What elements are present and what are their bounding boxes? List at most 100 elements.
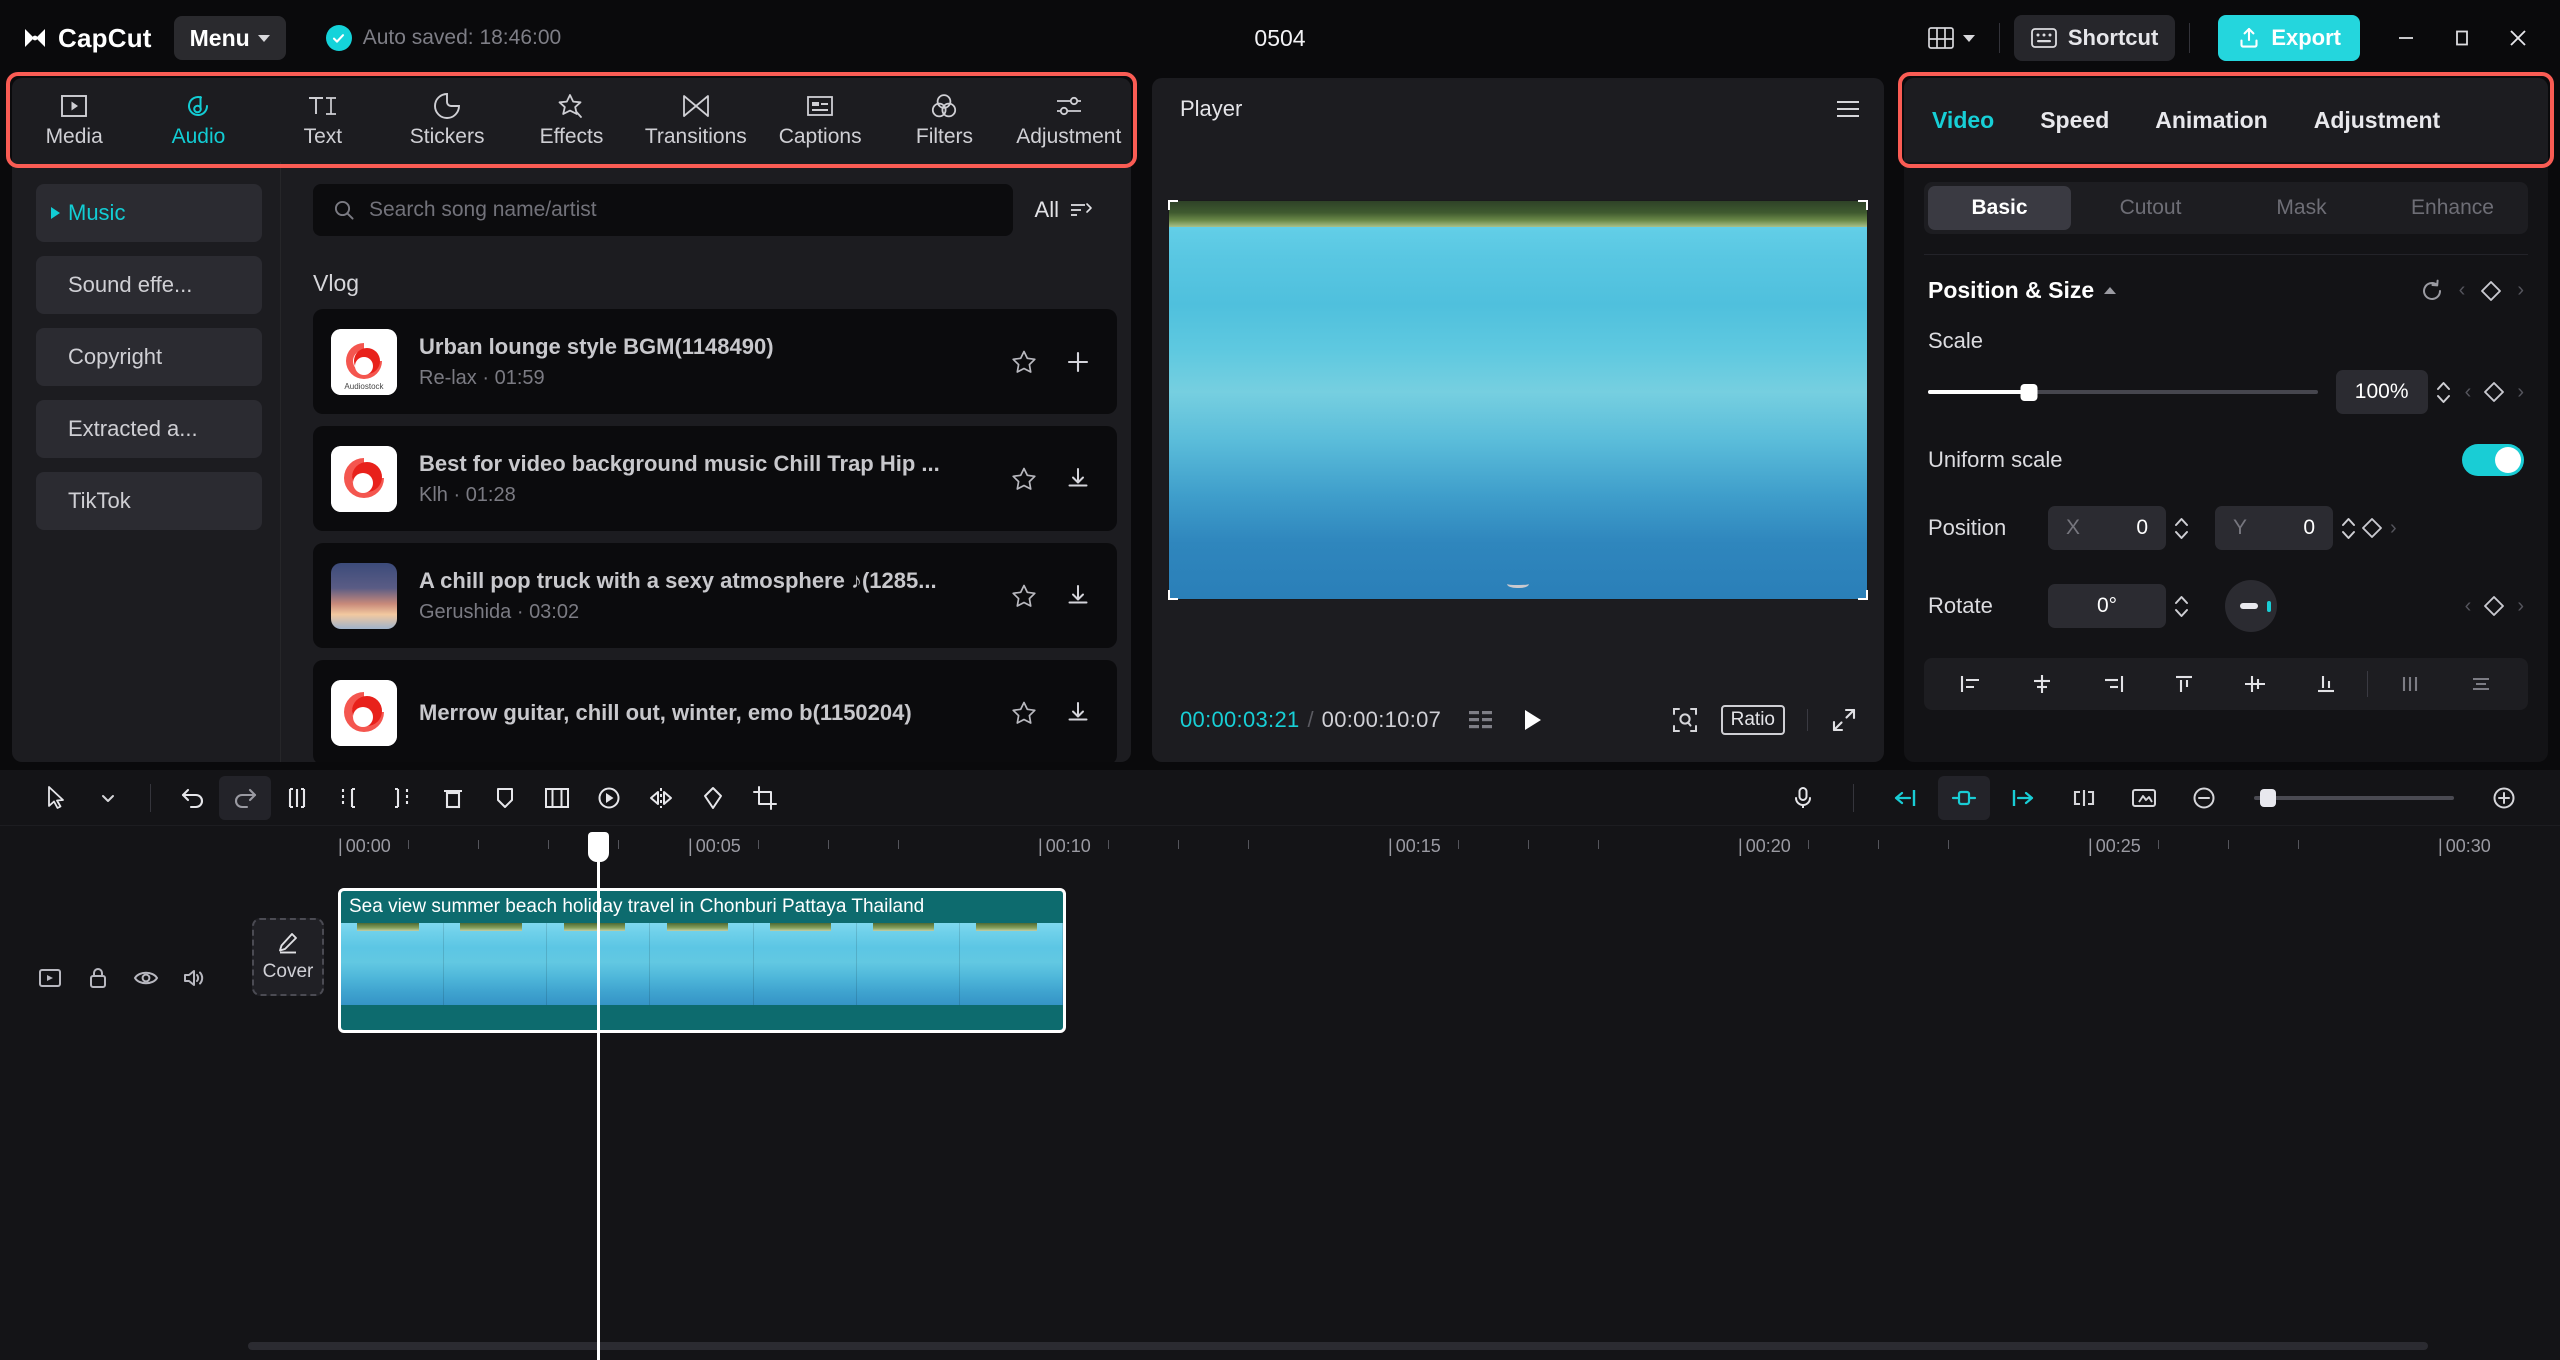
- keyframe-diamond-icon[interactable]: [2482, 594, 2506, 618]
- tab-adjustment[interactable]: Adjustment: [2314, 107, 2441, 134]
- tab-speed[interactable]: Speed: [2040, 107, 2109, 134]
- download-icon[interactable]: [1065, 700, 1091, 726]
- tab-media[interactable]: Media: [12, 78, 136, 162]
- link-clips-icon[interactable]: [2058, 776, 2110, 820]
- magnet-snap-icon[interactable]: [1938, 775, 1990, 820]
- position-y-stepper[interactable]: [2341, 517, 2356, 540]
- export-track-icon[interactable]: [26, 954, 74, 1002]
- list-item[interactable]: Best for video background music Chill Tr…: [313, 426, 1117, 531]
- add-to-timeline-icon[interactable]: [1065, 349, 1091, 375]
- tab-adjustment[interactable]: Adjustment: [1007, 78, 1131, 162]
- favorite-star-icon[interactable]: [1011, 349, 1037, 375]
- select-cursor-icon[interactable]: [30, 776, 82, 820]
- zoom-in-icon[interactable]: [2478, 776, 2530, 820]
- category-copyright[interactable]: Copyright: [36, 328, 262, 386]
- subtab-mask[interactable]: Mask: [2230, 186, 2373, 230]
- align-middle-vertical-icon[interactable]: [2220, 673, 2291, 695]
- keyframe-diamond-icon[interactable]: [2479, 279, 2503, 303]
- position-y-input[interactable]: Y 0: [2215, 506, 2333, 550]
- menu-hamburger-icon[interactable]: [1834, 98, 1862, 120]
- delete-icon[interactable]: [427, 776, 479, 820]
- eye-icon[interactable]: [122, 954, 170, 1002]
- split-icon[interactable]: [271, 776, 323, 820]
- rotate-stepper[interactable]: [2174, 595, 2189, 618]
- video-preview[interactable]: [1168, 200, 1868, 600]
- flip-icon[interactable]: [635, 776, 687, 820]
- close-button[interactable]: [2490, 13, 2546, 63]
- subtab-cutout[interactable]: Cutout: [2079, 186, 2222, 230]
- prev-keyframe-icon[interactable]: ‹: [2465, 381, 2472, 404]
- redo-icon[interactable]: [219, 775, 271, 820]
- trim-right-icon[interactable]: [375, 776, 427, 820]
- download-icon[interactable]: [1065, 583, 1091, 609]
- category-tiktok[interactable]: TikTok: [36, 472, 262, 530]
- scale-stepper[interactable]: [2436, 381, 2451, 404]
- rotate-handle[interactable]: [1507, 580, 1529, 588]
- distribute-horizontal-icon[interactable]: [2374, 673, 2445, 695]
- undo-icon[interactable]: [167, 776, 219, 820]
- next-keyframe-icon[interactable]: ›: [2517, 595, 2524, 618]
- tab-audio[interactable]: Audio: [136, 78, 260, 162]
- scale-value-input[interactable]: 100%: [2335, 370, 2428, 414]
- next-keyframe-icon[interactable]: ›: [2517, 381, 2524, 404]
- minimize-button[interactable]: [2378, 13, 2434, 63]
- uniform-scale-toggle[interactable]: [2462, 444, 2524, 476]
- subtab-enhance[interactable]: Enhance: [2381, 186, 2524, 230]
- keyframe-diamond-icon[interactable]: [2482, 380, 2506, 404]
- freeze-frame-icon[interactable]: [583, 776, 635, 820]
- color-picker-icon[interactable]: [687, 776, 739, 820]
- zoom-slider-knob[interactable]: [2260, 788, 2276, 807]
- align-left-icon[interactable]: [1936, 673, 2007, 695]
- filter-all-button[interactable]: All: [1031, 191, 1097, 229]
- maximize-button[interactable]: [2434, 13, 2490, 63]
- crop-zoom-icon[interactable]: [1671, 706, 1699, 734]
- cursor-dropdown-icon[interactable]: [82, 776, 134, 820]
- zoom-out-icon[interactable]: [2178, 776, 2230, 820]
- prev-keyframe-icon[interactable]: ‹: [2465, 595, 2472, 618]
- crop-icon[interactable]: [739, 776, 791, 820]
- rotate-input[interactable]: 0°: [2048, 584, 2166, 628]
- trim-left-icon[interactable]: [323, 776, 375, 820]
- resize-handle-bottom-left[interactable]: [1168, 590, 1178, 600]
- tab-captions[interactable]: Captions: [758, 78, 882, 162]
- snap-right-icon[interactable]: [1998, 776, 2050, 820]
- rotate-dial[interactable]: [2225, 580, 2277, 632]
- reset-icon[interactable]: [2419, 278, 2445, 304]
- ratio-button[interactable]: Ratio: [1720, 705, 1785, 735]
- next-keyframe-icon[interactable]: ›: [2390, 517, 2397, 540]
- microphone-icon[interactable]: [1777, 776, 1829, 820]
- tab-video[interactable]: Video: [1932, 107, 1994, 134]
- mark-icon[interactable]: [479, 776, 531, 820]
- preview-scale-icon[interactable]: [2118, 776, 2170, 820]
- grid-frames-icon[interactable]: [1467, 708, 1495, 732]
- distribute-vertical-icon[interactable]: [2445, 673, 2516, 695]
- category-sound-effects[interactable]: Sound effe...: [36, 256, 262, 314]
- favorite-star-icon[interactable]: [1011, 700, 1037, 726]
- snap-left-icon[interactable]: [1878, 776, 1930, 820]
- favorite-star-icon[interactable]: [1011, 583, 1037, 609]
- lock-icon[interactable]: [74, 954, 122, 1002]
- tab-filters[interactable]: Filters: [882, 78, 1006, 162]
- list-item[interactable]: Merrow guitar, chill out, winter, emo b(…: [313, 660, 1117, 762]
- search-input[interactable]: Search song name/artist: [313, 184, 1013, 236]
- timeline-zoom-slider[interactable]: [2254, 788, 2454, 807]
- tab-stickers[interactable]: Stickers: [385, 78, 509, 162]
- subtab-basic[interactable]: Basic: [1928, 186, 2071, 230]
- timeline-clip[interactable]: Sea view summer beach holiday travel in …: [338, 888, 1066, 1033]
- volume-icon[interactable]: [170, 954, 218, 1002]
- chevron-up-icon[interactable]: [2104, 287, 2117, 294]
- next-keyframe-icon[interactable]: ›: [2517, 279, 2524, 302]
- playhead-handle[interactable]: [588, 832, 609, 862]
- menu-button[interactable]: Menu: [173, 16, 286, 60]
- mirror-frames-icon[interactable]: [531, 776, 583, 820]
- tab-text[interactable]: Text: [261, 78, 385, 162]
- export-button[interactable]: Export: [2218, 15, 2360, 61]
- scale-slider[interactable]: [1928, 382, 2318, 402]
- timeline-scrollbar[interactable]: [248, 1342, 2428, 1350]
- position-x-input[interactable]: X 0: [2048, 506, 2166, 550]
- tab-animation[interactable]: Animation: [2155, 107, 2267, 134]
- list-item[interactable]: Audiostock Urban lounge style BGM(114849…: [313, 309, 1117, 414]
- category-extracted-audio[interactable]: Extracted a...: [36, 400, 262, 458]
- keyframe-diamond-icon[interactable]: [2360, 516, 2384, 540]
- category-music[interactable]: Music: [36, 184, 262, 242]
